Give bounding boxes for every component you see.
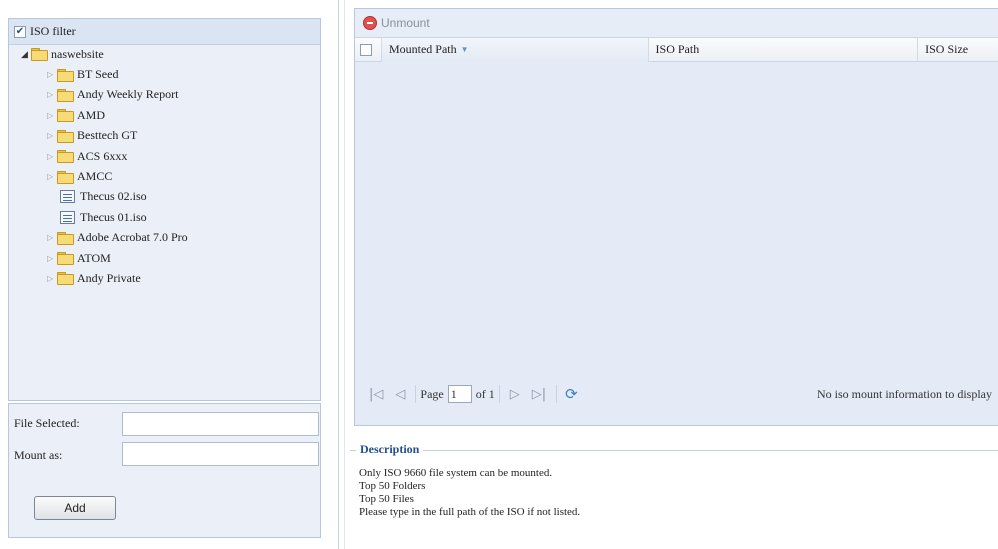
column-label: ISO Size	[925, 42, 969, 56]
iso-file-icon	[60, 210, 75, 224]
tree-node-label: AMCC	[77, 169, 113, 184]
mount-grid: Unmount Mounted Path ▼ ISO Path ISO Size…	[354, 8, 998, 426]
folder-icon	[57, 109, 74, 123]
unmount-button[interactable]: Unmount	[381, 16, 430, 30]
tree-folder-node[interactable]: ▷ ACS 6xxx	[9, 146, 320, 166]
page-count-label: of 1	[475, 386, 495, 401]
folder-icon	[57, 170, 74, 184]
refresh-icon[interactable]: ⟳	[565, 385, 578, 403]
file-selected-input[interactable]	[122, 412, 319, 436]
prev-page-icon[interactable]: ◁	[395, 387, 405, 402]
tree-node-label: Andy Private	[77, 270, 141, 285]
tree-file-node[interactable]: Thecus 01.iso	[9, 207, 320, 227]
tree-node-label: BT Seed	[77, 67, 119, 82]
paging-separator	[498, 385, 500, 403]
page-label: Page	[420, 386, 444, 401]
column-iso-size[interactable]: ISO Size	[918, 38, 998, 62]
tree-folder-node[interactable]: ▷ Andy Weekly Report	[9, 85, 320, 105]
column-iso-path[interactable]: ISO Path	[649, 37, 919, 62]
last-page-icon[interactable]: ▷|	[532, 387, 546, 402]
mount-form-panel: File Selected: Mount as: Add	[8, 403, 321, 538]
tree-folder-node[interactable]: ▷ BT Seed	[9, 64, 320, 84]
grid-toolbar: Unmount	[355, 9, 998, 38]
file-selected-label: File Selected:	[14, 416, 80, 430]
folder-tree: ◢ naswebsite ▷ BT Seed ▷ Andy Weekly Report…	[9, 44, 320, 289]
tree-node-label: AMD	[77, 107, 106, 122]
tree-node-label: Thecus 02.iso	[80, 189, 147, 204]
iso-filter-header[interactable]: ✔ ISO filter	[9, 19, 320, 45]
tree-node-label: Besttech GT	[77, 128, 138, 143]
next-page-icon[interactable]: ▷	[510, 387, 520, 402]
description-line: Please type in the full path of the ISO …	[359, 506, 581, 518]
description-legend: Description	[356, 442, 424, 457]
folder-icon	[57, 272, 74, 286]
expand-arrow-icon[interactable]: ◢	[21, 49, 31, 60]
tree-folder-node[interactable]: ▷ Besttech GT	[9, 126, 320, 146]
paging-separator	[556, 385, 558, 403]
folder-open-icon	[31, 48, 48, 62]
description-line: Only ISO 9660 file system can be mounted…	[359, 467, 553, 479]
panel-divider[interactable]	[338, 0, 339, 549]
iso-filter-label: ISO filter	[30, 24, 76, 38]
column-label: ISO Path	[655, 42, 700, 56]
tree-root-node[interactable]: ◢ naswebsite	[9, 44, 320, 64]
description-line: Top 50 Files	[359, 493, 414, 505]
page-number-input[interactable]: 1	[447, 385, 472, 403]
panel-divider-shadow	[344, 0, 345, 549]
folder-icon	[57, 129, 74, 143]
description-line: Top 50 Folders	[359, 480, 426, 492]
paging-separator	[415, 385, 417, 403]
tree-folder-node[interactable]: ▷ Adobe Acrobat 7.0 Pro	[9, 228, 320, 248]
mount-as-label: Mount as:	[14, 448, 63, 462]
grid-column-header: Mounted Path ▼ ISO Path ISO Size	[355, 37, 998, 62]
folder-icon	[57, 252, 74, 266]
expand-arrow-icon[interactable]: ▷	[47, 90, 57, 99]
column-mounted-path[interactable]: Mounted Path ▼	[380, 37, 649, 62]
grid-body	[355, 62, 998, 379]
tree-node-label: ACS 6xxx	[77, 148, 128, 163]
select-all-checkbox[interactable]	[359, 43, 372, 56]
expand-arrow-icon[interactable]: ▷	[47, 274, 57, 283]
tree-node-label: Adobe Acrobat 7.0 Pro	[77, 230, 188, 245]
iso-filter-checkbox[interactable]: ✔	[14, 25, 26, 38]
expand-arrow-icon[interactable]: ▷	[47, 172, 57, 181]
expand-arrow-icon[interactable]: ▷	[47, 111, 57, 120]
iso-file-icon	[60, 190, 75, 204]
folder-icon	[57, 231, 74, 245]
tree-folder-node[interactable]: ▷ AMCC	[9, 166, 320, 186]
tree-file-node[interactable]: Thecus 02.iso	[9, 187, 320, 207]
expand-arrow-icon[interactable]: ▷	[47, 152, 57, 161]
folder-icon	[57, 68, 74, 82]
tree-node-label: Thecus 01.iso	[80, 209, 147, 224]
column-label: Mounted Path	[388, 42, 457, 56]
tree-folder-node[interactable]: ▷ Andy Private	[9, 268, 320, 288]
folder-icon	[57, 88, 74, 102]
paging-info: No iso mount information to display	[817, 386, 992, 401]
folder-tree-panel: ✔ ISO filter ◢ naswebsite ▷ BT Seed ▷ Andy …	[8, 18, 321, 401]
paging-toolbar: |◁ ◁ Page 1 of 1 ▷ ▷| ⟳ No iso mount inf…	[355, 379, 998, 409]
expand-arrow-icon[interactable]: ▷	[47, 131, 57, 140]
tree-node-label: ATOM	[77, 250, 111, 265]
first-page-icon[interactable]: |◁	[369, 387, 383, 402]
mount-as-input[interactable]	[122, 442, 319, 466]
expand-arrow-icon[interactable]: ▷	[47, 70, 57, 79]
tree-folder-node[interactable]: ▷ ATOM	[9, 248, 320, 268]
sort-down-icon: ▼	[460, 45, 469, 54]
tree-node-label: Andy Weekly Report	[77, 87, 179, 102]
tree-node-label: naswebsite	[51, 46, 104, 61]
expand-arrow-icon[interactable]: ▷	[47, 254, 57, 263]
tree-folder-node[interactable]: ▷ AMD	[9, 105, 320, 125]
description-fieldset: Description Only ISO 9660 file system ca…	[350, 442, 998, 542]
expand-arrow-icon[interactable]: ▷	[47, 233, 57, 242]
minus-circle-icon	[363, 16, 377, 30]
folder-icon	[57, 150, 74, 164]
add-button[interactable]: Add	[34, 496, 116, 520]
